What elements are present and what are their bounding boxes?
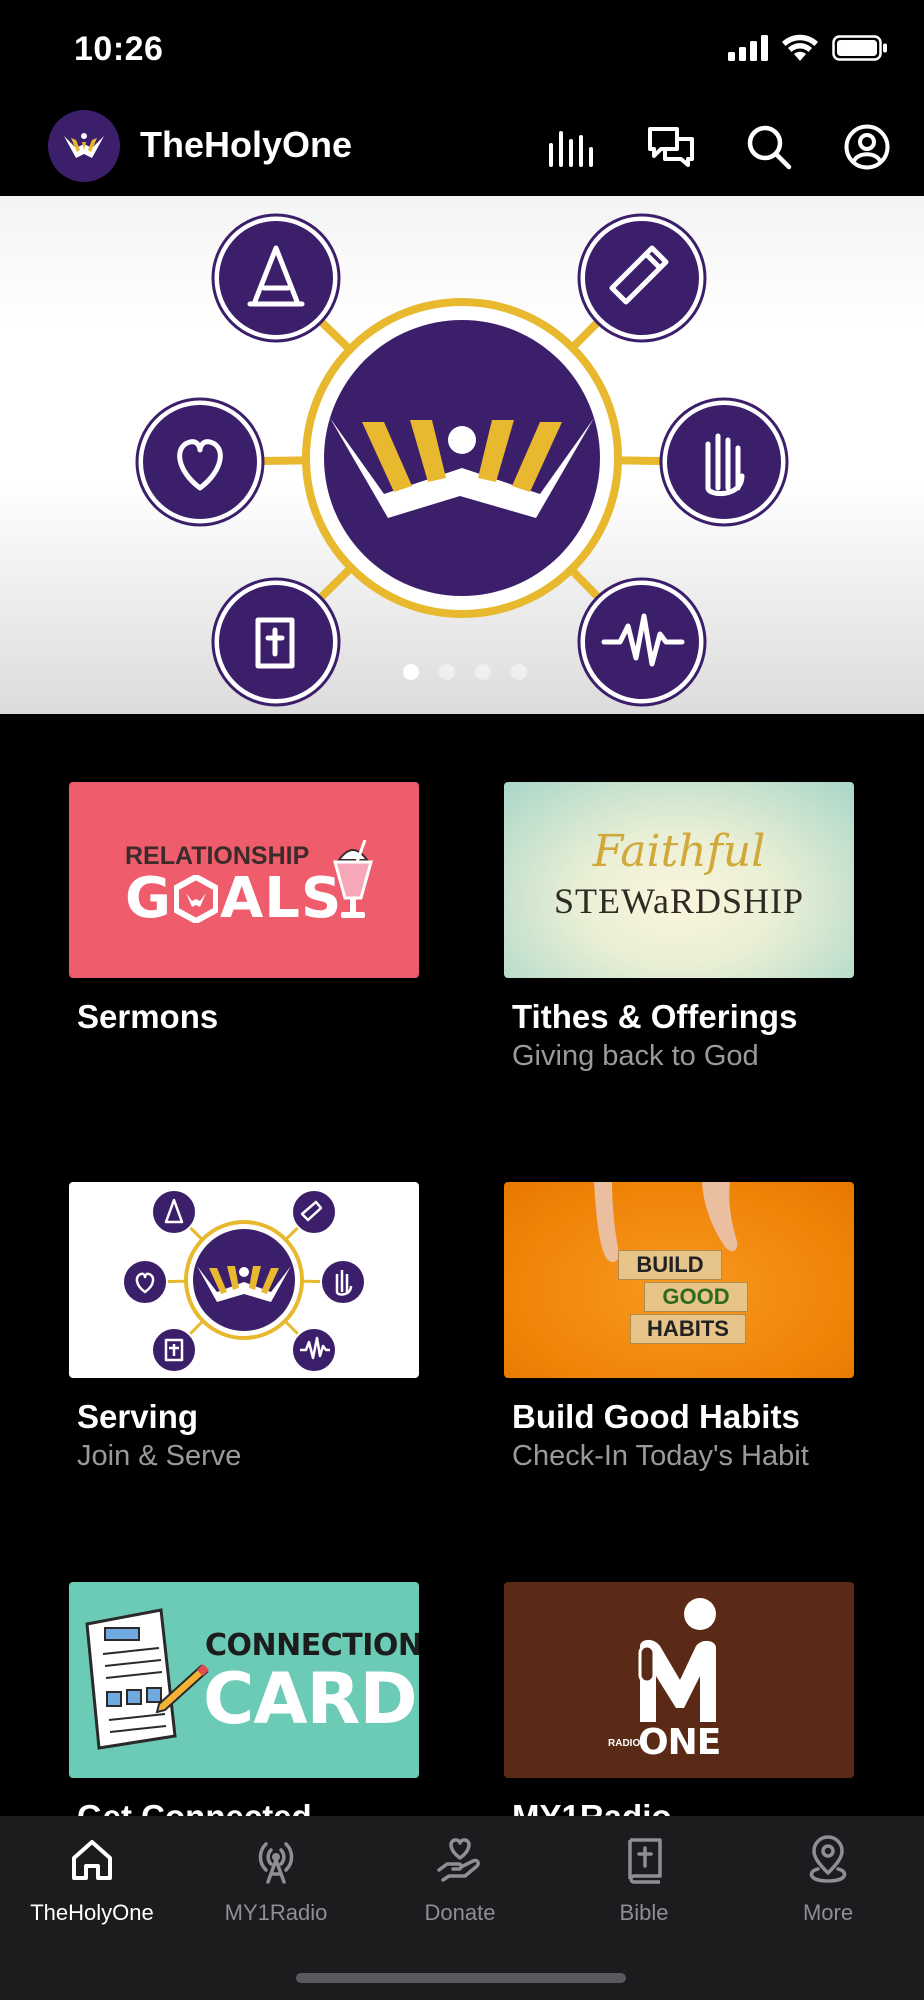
map-pin-icon [798,1830,858,1890]
card-title: Sermons [77,998,219,1035]
image-text: G [125,866,172,931]
card-build-good-habits[interactable]: BUILD GOOD HABITS Build Good Habits Chec… [504,1182,854,1473]
audio-bars-icon [549,131,593,167]
app-title: TheHolyOne [140,124,353,165]
image-text: ONE [638,1722,720,1762]
milkshake-icon [333,840,373,918]
chat-bubbles-icon [648,127,694,167]
card-subtitle: Giving back to God [512,1040,759,1072]
card-title: Serving [77,1398,199,1435]
ministry-logo-graphic [122,1189,366,1373]
card-title: Build Good Habits [512,1398,800,1435]
image-text: RADIO [608,1738,640,1749]
card-title: MY1Radio [504,1798,854,1816]
header-actions [546,120,894,174]
app-logo[interactable] [48,110,120,182]
pagination-dot[interactable] [439,664,455,680]
pagination-dot[interactable] [511,664,527,680]
card-image: RADIO ONE [504,1582,854,1778]
cellular-signal-icon [728,34,768,61]
audio-bars-button[interactable] [546,120,600,174]
my1radio-logo-icon: RADIO ONE [608,1598,721,1762]
profile-button[interactable] [840,120,894,174]
image-text: STEWaRDSHIP [553,881,805,921]
card-title: Get Connected [69,1798,419,1816]
tab-label: TheHolyOne [30,1900,154,1925]
tab-theholyone[interactable]: TheHolyOne [0,1830,184,1926]
status-time: 10:26 [74,30,164,68]
image-text: BUILD [618,1250,722,1280]
card-image: CONNECTION CARD [69,1582,419,1778]
holyone-logo-icon [64,133,104,158]
image-text: CARD [203,1658,418,1740]
bible-icon [614,1830,674,1890]
card-image: RELATIONSHIP G ALS [69,782,419,978]
image-goals-text: G ALS [125,866,342,931]
user-circle-icon [844,124,890,170]
radio-tower-icon [246,1830,306,1890]
app-header: TheHolyOne [0,100,924,196]
content-grid: RELATIONSHIP G ALS Sermons Faithful STEW… [0,714,924,1816]
image-text: HABITS [630,1314,746,1344]
tab-more[interactable]: More [736,1830,920,1926]
tab-label: More [802,1900,854,1925]
card-image [69,1182,419,1378]
hero-carousel[interactable] [0,196,924,714]
card-subtitle: Join & Serve [77,1440,242,1472]
tab-my1radio[interactable]: MY1Radio [184,1830,368,1926]
wifi-icon [782,34,818,61]
card-image: BUILD GOOD HABITS [504,1182,854,1378]
home-indicator [296,1973,626,1983]
card-subtitle: Check-In Today's Habit [512,1440,809,1472]
hands-fingers-graphic [594,1182,738,1263]
card-sermons[interactable]: RELATIONSHIP G ALS Sermons [69,782,419,1036]
tab-label: Donate [424,1900,496,1925]
card-my1radio[interactable]: RADIO ONE MY1Radio [504,1582,854,1816]
tab-label: Bible [619,1900,669,1925]
home-icon [62,1830,122,1890]
battery-icon [832,34,887,61]
image-text: Faithful [592,826,766,877]
hero-ministry-logo-graphic [135,213,789,707]
card-title: Tithes & Offerings [512,998,798,1035]
donate-hand-heart-icon [430,1830,490,1890]
tab-label: MY1Radio [224,1900,328,1925]
card-get-connected[interactable]: CONNECTION CARD Get Connected [69,1582,419,1816]
search-button[interactable] [742,120,796,174]
tab-donate[interactable]: Donate [368,1830,552,1926]
pagination-dot[interactable] [403,664,419,680]
pagination-dot[interactable] [475,664,491,680]
messages-button[interactable] [644,120,698,174]
tab-bible[interactable]: Bible [552,1830,736,1926]
image-text: GOOD [644,1282,748,1312]
form-pencil-icon [85,1608,209,1750]
card-image: Faithful STEWaRDSHIP [504,782,854,978]
image-text: ALS [219,866,343,931]
card-serving[interactable]: Serving Join & Serve [69,1182,419,1473]
status-bar: 10:26 [0,0,924,100]
status-icons [728,34,888,61]
search-icon [747,125,792,170]
hexagon-logo-icon [173,874,218,923]
card-tithes-offerings[interactable]: Faithful STEWaRDSHIP Tithes & Offerings … [504,782,854,1073]
carousel-pagination [0,664,924,680]
